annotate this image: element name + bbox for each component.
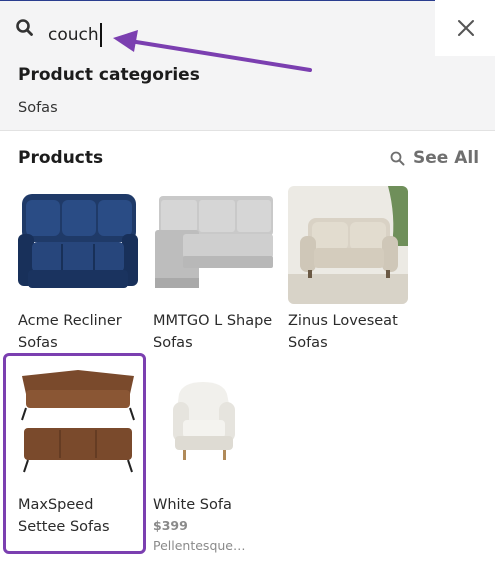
product-name-line1: MMTGO L Shape <box>153 313 273 329</box>
see-all-search-icon <box>390 151 405 165</box>
close-icon <box>458 20 474 36</box>
categories-heading: Product categories <box>18 65 200 85</box>
product-name-line1: White Sofa <box>153 497 232 513</box>
close-button[interactable] <box>437 0 495 56</box>
product-name-line2: Sofas <box>288 335 328 351</box>
product-image <box>153 186 273 304</box>
search-input[interactable] <box>48 21 298 49</box>
search-icon <box>14 17 36 39</box>
product-image <box>288 186 408 304</box>
product-price: $399 <box>153 518 188 533</box>
product-card-white-sofa[interactable]: White Sofa $399 Pellentesque… <box>153 364 283 559</box>
see-all-link[interactable]: See All <box>389 148 479 168</box>
product-image <box>153 364 273 482</box>
category-item-sofas[interactable]: Sofas <box>18 100 58 116</box>
product-name-line1: Zinus Loveseat <box>288 313 398 329</box>
product-name-line2: Sofas <box>153 335 193 351</box>
product-description: Pellentesque… <box>153 538 246 553</box>
search-bar <box>0 0 435 56</box>
products-heading: Products <box>18 148 104 168</box>
product-card-acme-recliner[interactable]: Acme Recliner Sofas <box>18 186 148 356</box>
product-name-line2: Sofas <box>18 335 58 351</box>
text-cursor <box>100 23 102 47</box>
highlight-box <box>3 353 146 554</box>
product-categories-section: Product categories Sofas <box>0 56 495 130</box>
see-all-label: See All <box>413 148 480 168</box>
product-card-mmtgo-l-shape[interactable]: MMTGO L Shape Sofas <box>153 186 283 356</box>
product-image <box>18 186 138 304</box>
product-name-line1: Acme Recliner <box>18 313 122 329</box>
product-card-zinus-loveseat[interactable]: Zinus Loveseat Sofas <box>288 186 418 356</box>
divider <box>0 130 495 131</box>
